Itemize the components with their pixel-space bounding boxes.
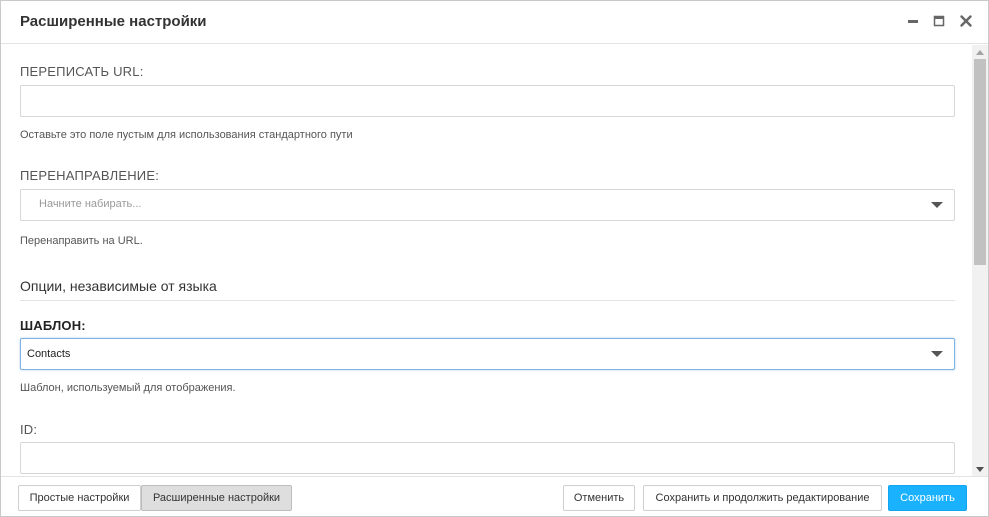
redirect-select[interactable]: Начните набирать... (20, 189, 955, 221)
rewrite-url-input[interactable] (20, 85, 955, 117)
chevron-down-icon (931, 351, 943, 357)
template-select[interactable]: Contacts (20, 338, 955, 370)
dialog-title: Расширенные настройки (20, 13, 207, 30)
scrollbar-thumb[interactable] (974, 59, 986, 265)
template-label: ШАБЛОН: (20, 318, 86, 333)
template-value: Contacts (27, 348, 71, 360)
maximize-icon[interactable] (931, 13, 947, 29)
redirect-help: Перенаправить на URL. (20, 235, 143, 247)
scroll-up-icon[interactable] (976, 50, 984, 55)
dialog-header: Расширенные настройки (1, 1, 988, 44)
advanced-settings-button[interactable]: Расширенные настройки (141, 485, 292, 511)
cancel-button[interactable]: Отменить (563, 485, 635, 511)
rewrite-url-label: ПЕРЕПИСАТЬ URL: (20, 64, 144, 79)
minimize-icon[interactable] (905, 13, 921, 29)
simple-settings-button[interactable]: Простые настройки (18, 485, 141, 511)
dialog-footer: Простые настройки Расширенные настройки … (1, 476, 988, 516)
template-help: Шаблон, используемый для отображения. (20, 382, 236, 394)
redirect-label: ПЕРЕНАПРАВЛЕНИЕ: (20, 168, 160, 183)
close-icon[interactable] (958, 13, 974, 29)
save-button[interactable]: Сохранить (888, 485, 967, 511)
vertical-scrollbar[interactable] (972, 45, 988, 476)
save-and-continue-button[interactable]: Сохранить и продолжить редактирование (643, 485, 882, 511)
section-title: Опции, независимые от языка (20, 278, 217, 294)
chevron-down-icon (931, 202, 943, 208)
scroll-down-icon[interactable] (976, 467, 984, 472)
advanced-settings-dialog: Расширенные настройки ПЕРЕПИСАТЬ URL: Ос… (0, 0, 989, 517)
id-label: ID: (20, 422, 38, 437)
id-input[interactable] (20, 442, 955, 474)
dialog-body: ПЕРЕПИСАТЬ URL: Оставьте это поле пустым… (1, 45, 988, 476)
rewrite-url-help: Оставьте это поле пустым для использован… (20, 129, 353, 141)
redirect-placeholder: Начните набирать... (39, 198, 142, 210)
section-divider (20, 300, 955, 301)
